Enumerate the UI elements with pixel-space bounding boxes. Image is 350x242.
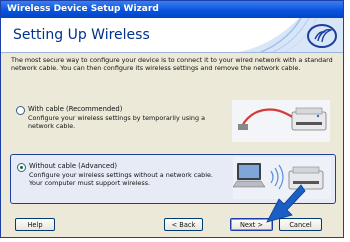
wizard-window: Wireless Device Setup Wizard Setting Up … xyxy=(0,0,344,238)
pointer-arrow xyxy=(266,184,306,223)
